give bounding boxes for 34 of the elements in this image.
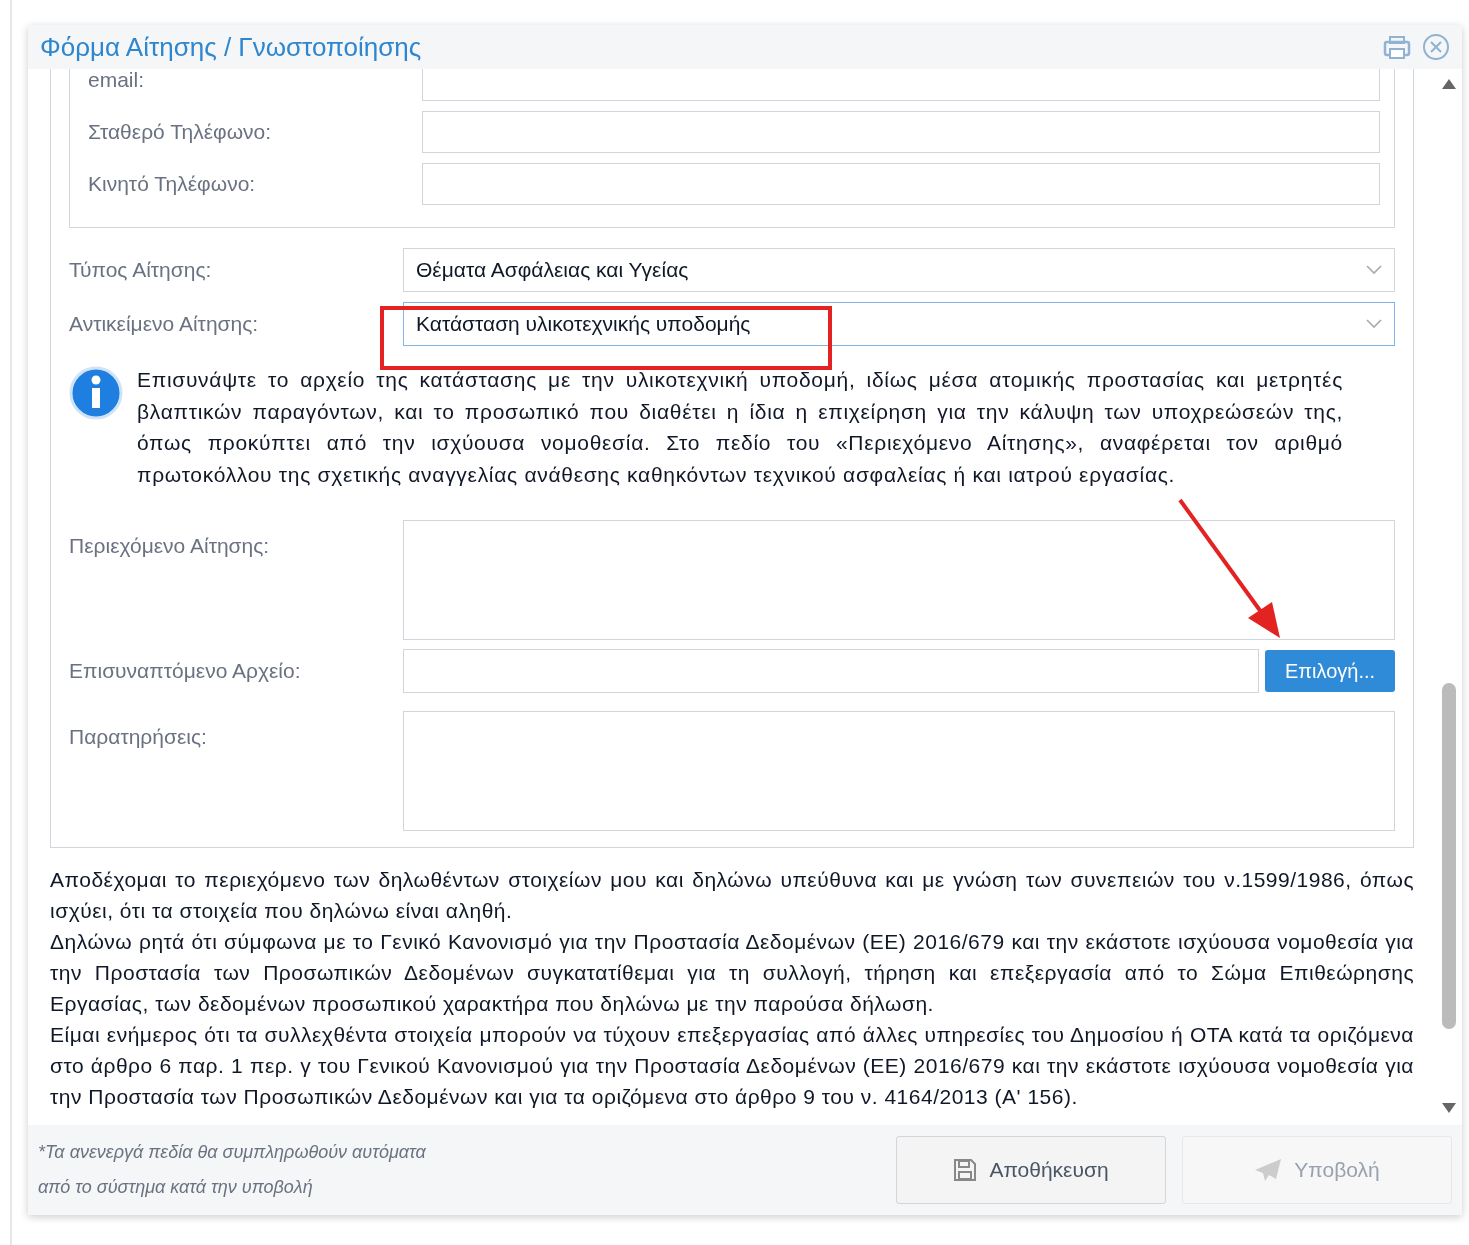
chevron-down-icon bbox=[1366, 265, 1382, 275]
scroll-down-icon[interactable] bbox=[1442, 1103, 1456, 1113]
field-label: email: bbox=[88, 69, 146, 94]
declaration-paragraph: Δηλώνω ρητά ότι σύμφωνα με το Γενικό Κανονισμό για την Προστασία Δεδομένων (ΕΕ) 2016/679 και την εκάστοτε ισχύουσα νομοθεσία για την Προστασία των Προσωπικών Δεδομένων συγκατατίθεμαι για τη συλλογή, τήρηση και επεξεργασία από το Σώμα Επιθεώρησης Εργασίας, των δεδομένων προσωπικού χαρακτήρα που δηλώνω με την παρούσα δήλωση. bbox=[50, 929, 1414, 1017]
scroll-up-icon[interactable] bbox=[1442, 79, 1456, 89]
info-icon bbox=[69, 366, 123, 420]
footer-note: από το σύστημα κατά την υποβολή bbox=[38, 1176, 314, 1199]
declaration-paragraph: Αποδέχομαι το περιεχόμενο των δηλωθέντων στοιχείων μου και δηλώνω υπεύθυνα και με γνώση των συνεπειών του ν.1599/1986, όπως ισχύει, ότι τα στοιχεία που δηλώνω είναι αληθή. bbox=[50, 867, 1414, 924]
field-label: Τύπος Αίτησης: bbox=[69, 257, 213, 284]
input-field[interactable] bbox=[422, 111, 1380, 153]
info-text: Επισυνάψτε το αρχείο της κατάστασης με την υλικοτεχνική υποδομή, ιδίως μέσα ατομικής προστασίας και μετρητές βλαπτικών παραγόντων, και το προσωπικό που διαθέτει η ίδια η επιχείρηση για την κάλυψη των υποχρεώσεών της, όπως προκύπτει από την ισχύουσα νομοθεσία. Στο πεδίο του «Περιεχόμενο Αίτησης», αναφέρεται τον αριθμό πρωτοκόλλου της σχετικής αναγγελίας ανάθεσης καθηκόντων τεχνικού ασφαλείας ή και ιατρού εργασίας. bbox=[137, 367, 1343, 488]
paper-plane-icon bbox=[1254, 1158, 1283, 1182]
field-label: Σταθερό Τηλέφωνο: bbox=[88, 119, 273, 146]
field-label: Κινητό Τηλέφωνο: bbox=[88, 171, 257, 198]
field-label: Περιεχόμενο Αίτησης: bbox=[69, 533, 271, 559]
footer-note: *Τα ανενεργά πεδία θα συμπληρωθούν αυτόματα bbox=[38, 1141, 427, 1164]
select-field[interactable]: Θέματα Ασφάλειας και Υγείας bbox=[403, 248, 1395, 292]
file-input-field[interactable] bbox=[403, 649, 1259, 693]
window-title: Φόρμα Αίτησης / Γνωστοποίησης bbox=[40, 30, 423, 64]
remarks-textarea[interactable] bbox=[403, 711, 1395, 831]
close-icon[interactable] bbox=[1422, 33, 1450, 61]
input-field[interactable] bbox=[422, 69, 1380, 101]
content-textarea[interactable] bbox=[403, 520, 1395, 640]
field-label: Παρατηρήσεις: bbox=[69, 724, 208, 750]
select-field[interactable]: Κατάσταση υλικοτεχνικής υποδομής bbox=[403, 302, 1395, 346]
input-field[interactable] bbox=[422, 163, 1380, 205]
scrollbar-thumb[interactable] bbox=[1442, 683, 1456, 1029]
save-button[interactable]: Αποθήκευση bbox=[896, 1136, 1166, 1204]
choose-file-button[interactable]: Επιλογή... bbox=[1265, 650, 1395, 692]
declaration-paragraph: Είμαι ενήμερος ότι τα συλλεχθέντα στοιχεία μπορούν να τύχουν επεξεργασίας από άλλες υπηρεσίες του Δημοσίου ή ΟΤΑ κατά τα οριζόμενα στο άρθρο 6 παρ. 1 περ. γ του Γενικού Κανονισμού για την Προστασία Δεδομένων (ΕΕ) 2016/679 και την εκάστοτε ισχύουσα νομοθεσία για την Προστασία των Προσωπικών Δεδομένων και για τα οριζόμενα στο άρθρο 9 του ν. 4164/2013 (Α' 156). bbox=[50, 1022, 1414, 1110]
field-label: Αντικείμενο Αίτησης: bbox=[69, 311, 260, 338]
field-label: Επισυναπτόμενο Αρχείο: bbox=[69, 658, 302, 685]
print-icon[interactable] bbox=[1382, 34, 1412, 60]
chevron-down-icon bbox=[1366, 319, 1382, 329]
